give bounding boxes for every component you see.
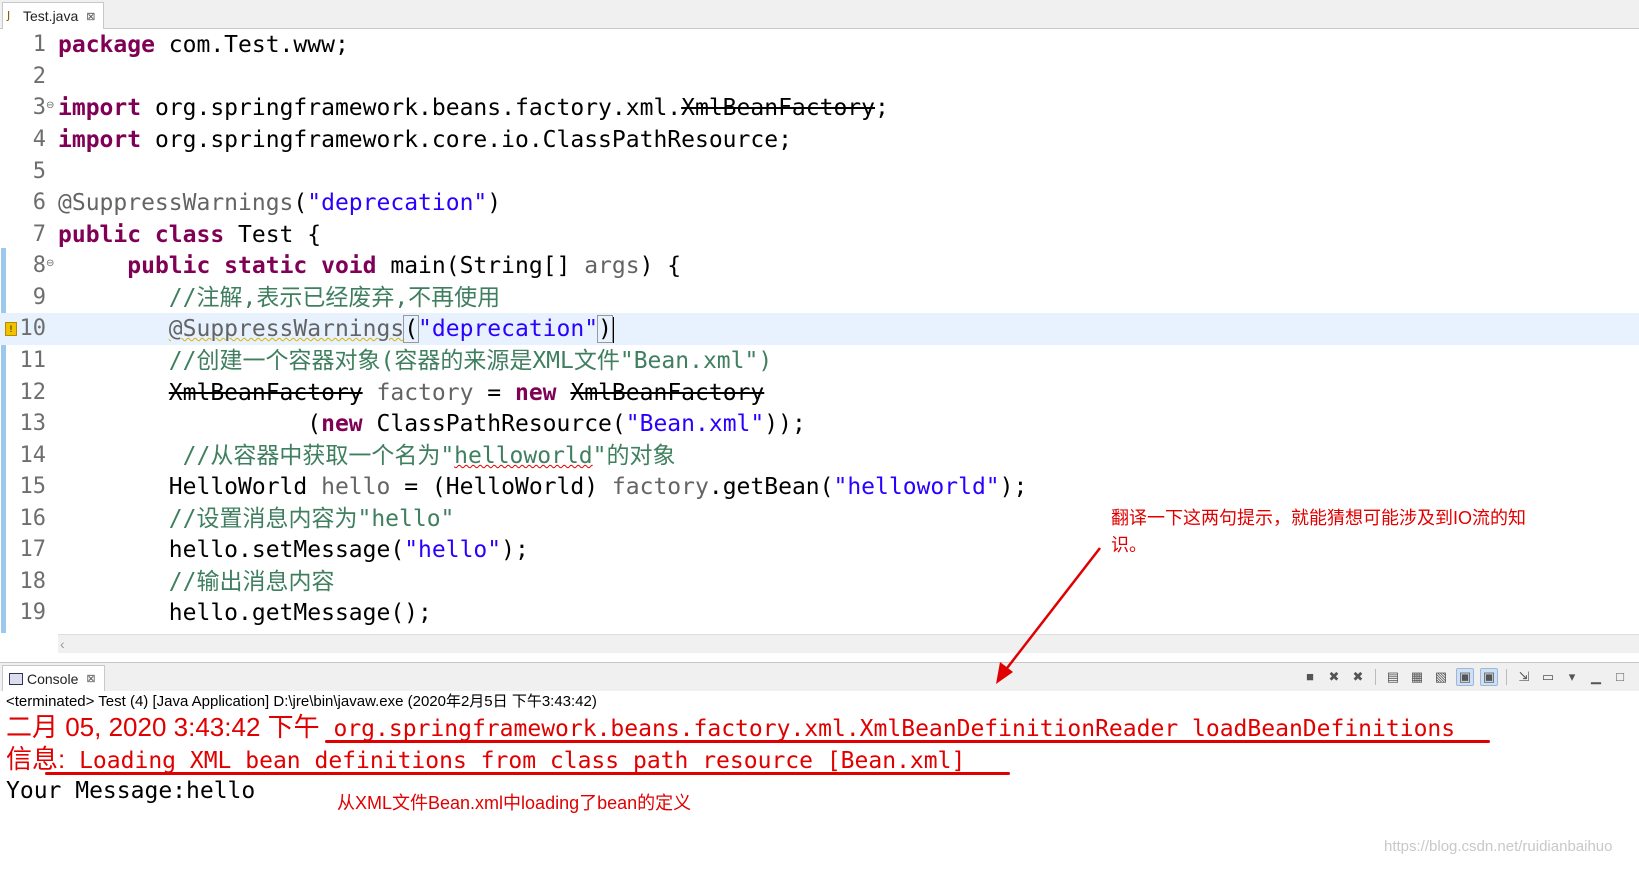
annotation-arrow bbox=[996, 547, 1101, 684]
arrow-line bbox=[1003, 547, 1101, 673]
watermark: https://blog.csdn.net/ruidianbaihuo bbox=[1384, 838, 1613, 855]
